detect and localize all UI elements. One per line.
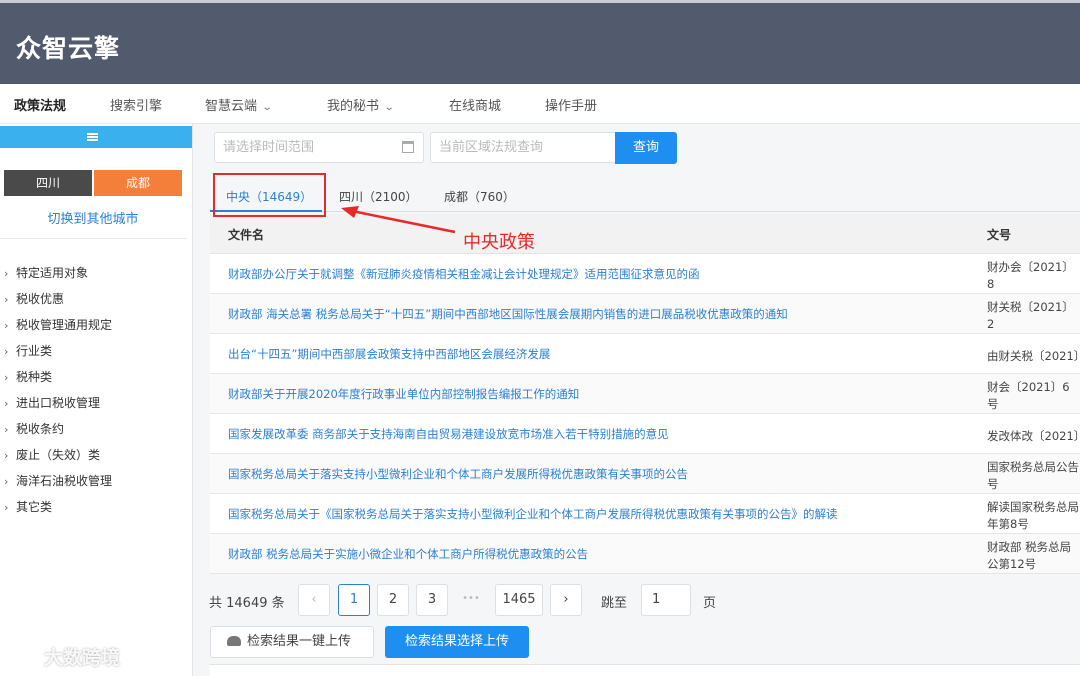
chevron-down-icon: ⌄ xyxy=(261,102,273,113)
more-pages-ellipsis[interactable]: ••• xyxy=(455,584,487,616)
top-header: 众智云擎 xyxy=(0,0,1080,84)
document-link[interactable]: 财政部 海关总署 税务总局关于“十四五”期间中西部地区国际性展会展期内销售的进口… xyxy=(228,306,788,322)
document-link[interactable]: 财政部办公厅关于就调整《新冠肺炎疫情相关租金减让会计处理规定》适用范围征求意见的… xyxy=(228,266,700,282)
category-item[interactable]: › 税收管理通用规定 xyxy=(4,316,112,333)
table-row: 财政部 海关总署 税务总局关于“十四五”期间中西部地区国际性展会展期内销售的进口… xyxy=(210,294,1080,334)
nav-smart-cloud[interactable]: 智慧云端 ⌄ xyxy=(205,95,273,114)
document-number: 由财关税〔2021〕 xyxy=(987,348,1080,363)
nav-manual[interactable]: 操作手册 xyxy=(545,95,597,114)
document-number: 财政部 税务总局公第12号 xyxy=(987,540,1072,571)
hamburger-icon xyxy=(87,133,98,141)
cloud-upload-icon xyxy=(227,636,241,646)
calendar-icon xyxy=(402,141,414,153)
chevron-right-icon: › xyxy=(4,319,9,332)
watermark: 大数跨境 xyxy=(8,643,120,670)
province-button[interactable]: 四川 xyxy=(4,170,92,196)
pagination: 共 14649 条 ‹ 1 2 3 ••• 1465 › 跳至 1 页 xyxy=(193,582,1080,622)
bottom-panel xyxy=(210,664,1080,676)
page-button[interactable]: 1 xyxy=(338,584,370,616)
category-item[interactable]: › 废止（失效）类 xyxy=(4,446,100,463)
next-page-button[interactable]: › xyxy=(550,584,582,616)
document-number: 财会〔2021〕6号 xyxy=(987,380,1070,411)
page-button[interactable]: 3 xyxy=(416,584,448,616)
main-nav: 政策法规 搜索引擎 智慧云端 ⌄ 我的秘书 ⌄ 在线商城 操作手册 xyxy=(0,84,1080,124)
category-item[interactable]: › 税收条约 xyxy=(4,420,64,437)
table-row: 国家税务总局关于落实支持小型微利企业和个体工商户发展所得税优惠政策有关事项的公告… xyxy=(210,454,1080,494)
page-suffix: 页 xyxy=(703,596,717,611)
sidebar-toggle[interactable] xyxy=(0,126,192,148)
document-link[interactable]: 出台“十四五”期间中西部展会政策支持中西部地区会展经济发展 xyxy=(228,346,550,362)
document-link[interactable]: 财政部关于开展2020年度行政事业单位内部控制报告编报工作的通知 xyxy=(228,386,579,402)
category-item[interactable]: › 行业类 xyxy=(4,342,52,359)
date-range-input[interactable]: 请选择时间范围 xyxy=(214,132,424,163)
jump-page-input[interactable]: 1 xyxy=(641,584,691,616)
watermark-logo-icon xyxy=(8,644,38,668)
document-number: 财关税〔2021〕2 xyxy=(987,300,1074,331)
annotation-highlight-box xyxy=(213,173,326,217)
sidebar: 四川 成都 切换到其他城市 › 特定适用对象 › 税收优惠 › 税收管理通用规定 › 行… xyxy=(0,124,193,676)
table-row: 国家发展改革委 商务部关于支持海南自由贸易港建设放宽市场准入若干特别措施的意见 发… xyxy=(210,414,1080,454)
category-item[interactable]: › 进出口税收管理 xyxy=(4,394,100,411)
app-logo: 众智云擎 xyxy=(16,34,121,63)
annotation-arrow-icon xyxy=(341,206,456,234)
document-link[interactable]: 国家税务总局关于落实支持小型微利企业和个体工商户发展所得税优惠政策有关事项的公告 xyxy=(228,466,688,482)
chevron-right-icon: › xyxy=(4,397,9,410)
prev-page-button[interactable]: ‹ xyxy=(298,584,330,616)
document-link[interactable]: 财政部 税务总局关于实施小微企业和个体工商户所得税优惠政策的公告 xyxy=(228,546,588,562)
table-row: 财政部 税务总局关于实施小微企业和个体工商户所得税优惠政策的公告 财政部 税务总局… xyxy=(210,534,1080,574)
column-header-docno: 文号 xyxy=(987,228,1012,242)
table-row: 国家税务总局关于《国家税务总局关于落实支持小型微利企业和个体工商户发展所得税优惠… xyxy=(210,494,1080,534)
table-row: 财政部办公厅关于就调整《新冠肺炎疫情相关租金减让会计处理规定》适用范围征求意见的… xyxy=(210,254,1080,294)
table-row: 出台“十四五”期间中西部展会政策支持中西部地区会展经济发展 由财关税〔2021〕 xyxy=(210,334,1080,374)
upload-selected-button[interactable]: 检索结果选择上传 xyxy=(385,626,529,658)
total-count: 共 14649 条 xyxy=(209,596,285,611)
main-content: 请选择时间范围 当前区域法规查询 查询 中央（14649） 四川（2100） 成… xyxy=(193,124,1080,676)
page-button[interactable]: 2 xyxy=(377,584,409,616)
document-link[interactable]: 国家发展改革委 商务部关于支持海南自由贸易港建设放宽市场准入若干特别措施的意见 xyxy=(228,426,669,442)
chevron-right-icon: › xyxy=(4,345,9,358)
document-number: 财办会〔2021〕8 xyxy=(987,260,1074,291)
nav-my-secretary[interactable]: 我的秘书 ⌄ xyxy=(327,95,395,114)
page-button-last[interactable]: 1465 xyxy=(495,584,543,616)
nav-online-store[interactable]: 在线商城 xyxy=(449,95,501,114)
chevron-right-icon: › xyxy=(4,501,9,514)
jump-label: 跳至 xyxy=(601,596,628,611)
chevron-down-icon: ⌄ xyxy=(383,102,395,113)
chevron-right-icon: › xyxy=(4,371,9,384)
switch-city-link[interactable]: 切换到其他城市 xyxy=(0,208,186,227)
column-header-name: 文件名 xyxy=(228,228,265,242)
upload-all-button[interactable]: 检索结果一键上传 xyxy=(210,626,374,658)
document-number: 解读国家税务总局年第8号 xyxy=(987,500,1079,531)
sidebar-divider xyxy=(0,238,186,239)
category-item[interactable]: › 特定适用对象 xyxy=(4,264,88,281)
category-item[interactable]: › 税收优惠 xyxy=(4,290,64,307)
annotation-label: 中央政策 xyxy=(463,232,535,253)
table-row: 财政部关于开展2020年度行政事业单位内部控制报告编报工作的通知 财会〔2021〕… xyxy=(210,374,1080,414)
category-item[interactable]: › 税种类 xyxy=(4,368,52,385)
region-search-input[interactable]: 当前区域法规查询 xyxy=(430,132,615,163)
chevron-right-icon: › xyxy=(4,267,9,280)
nav-policies[interactable]: 政策法规 xyxy=(14,95,66,114)
chevron-right-icon: › xyxy=(4,293,9,306)
category-item[interactable]: › 海洋石油税收管理 xyxy=(4,472,112,489)
chevron-right-icon: › xyxy=(4,423,9,436)
document-link[interactable]: 国家税务总局关于《国家税务总局关于落实支持小型微利企业和个体工商户发展所得税优惠… xyxy=(228,506,838,522)
document-number: 发改体改〔2021〕 xyxy=(987,428,1080,443)
nav-search-engine[interactable]: 搜索引擎 xyxy=(110,95,162,114)
category-item[interactable]: › 其它类 xyxy=(4,498,52,515)
query-button[interactable]: 查询 xyxy=(615,132,677,164)
city-button[interactable]: 成都 xyxy=(94,170,182,196)
chevron-right-icon: › xyxy=(4,475,9,488)
chevron-right-icon: › xyxy=(4,449,9,462)
document-number: 国家税务总局公告号 xyxy=(987,460,1079,491)
